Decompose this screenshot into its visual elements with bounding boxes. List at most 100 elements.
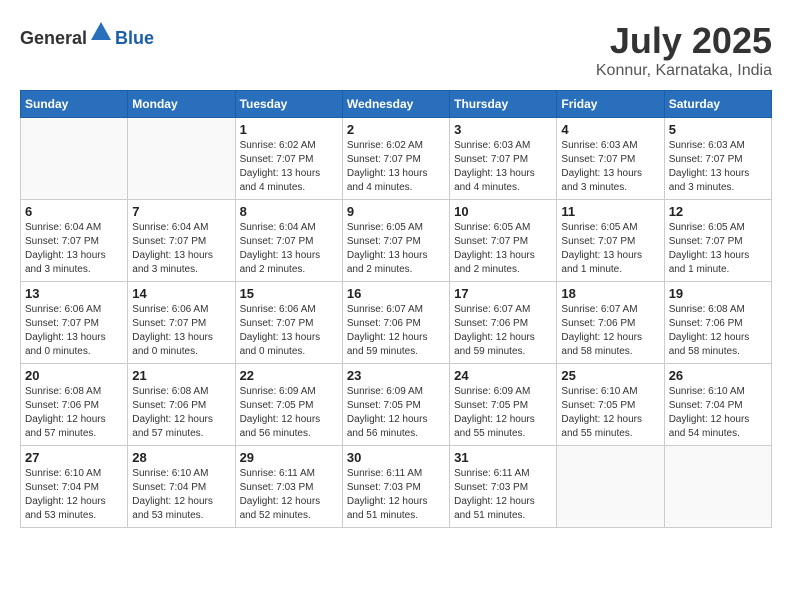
logo: GeneralBlue: [20, 20, 154, 49]
day-number: 12: [669, 204, 767, 219]
calendar-cell: 17Sunrise: 6:07 AM Sunset: 7:06 PM Dayli…: [450, 282, 557, 364]
day-info: Sunrise: 6:09 AM Sunset: 7:05 PM Dayligh…: [240, 385, 338, 441]
calendar-cell: 2 Sunrise: 6:02 AM Sunset: 7:07 PM Daylig…: [342, 118, 449, 200]
day-number: 20: [25, 368, 123, 383]
calendar-cell: 27 Sunrise: 6:10 AM Sunset: 7:04 PM Dayli…: [21, 446, 128, 528]
day-number: 23: [347, 368, 445, 383]
day-info: Sunrise: 6:07 AM Sunset: 7:06 PM Dayligh…: [561, 303, 659, 359]
day-info: Sunrise: 6:07 AM Sunset: 7:06 PM Dayligh…: [347, 303, 445, 359]
day-info: Sunrise: 6:11 AM Sunset: 7:03 PM Dayligh…: [240, 467, 338, 523]
day-info: Sunrise: 6:11 AM Sunset: 7:03 PM Dayligh…: [454, 467, 552, 523]
week-row-2: 13Sunrise: 6:06 AM Sunset: 7:07 PM Dayli…: [21, 282, 772, 364]
day-number: 7: [132, 204, 230, 219]
logo-general-text: General: [20, 28, 87, 48]
week-row-3: 20 Sunrise: 6:08 AM Sunset: 7:06 PM Dayli…: [21, 364, 772, 446]
day-number: 3: [454, 122, 552, 137]
day-info: Sunrise: 6:05 AM Sunset: 7:07 PM Dayligh…: [669, 221, 767, 277]
day-info: Sunrise: 6:09 AM Sunset: 7:05 PM Dayligh…: [347, 385, 445, 441]
day-info: Sunrise: 6:04 AM Sunset: 7:07 PM Dayligh…: [132, 221, 230, 277]
calendar-cell: [664, 446, 771, 528]
calendar-cell: 11 Sunrise: 6:05 AM Sunset: 7:07 PM Dayli…: [557, 200, 664, 282]
day-info: Sunrise: 6:11 AM Sunset: 7:03 PM Dayligh…: [347, 467, 445, 523]
day-number: 15: [240, 286, 338, 301]
calendar-cell: 4 Sunrise: 6:03 AM Sunset: 7:07 PM Daylig…: [557, 118, 664, 200]
calendar-cell: 6Sunrise: 6:04 AM Sunset: 7:07 PM Daylig…: [21, 200, 128, 282]
day-number: 22: [240, 368, 338, 383]
day-info: Sunrise: 6:07 AM Sunset: 7:06 PM Dayligh…: [454, 303, 552, 359]
day-number: 14: [132, 286, 230, 301]
day-number: 27: [25, 450, 123, 465]
day-info: Sunrise: 6:06 AM Sunset: 7:07 PM Dayligh…: [240, 303, 338, 359]
calendar-cell: [128, 118, 235, 200]
header-friday: Friday: [557, 91, 664, 118]
day-info: Sunrise: 6:08 AM Sunset: 7:06 PM Dayligh…: [669, 303, 767, 359]
day-number: 28: [132, 450, 230, 465]
calendar-cell: 28 Sunrise: 6:10 AM Sunset: 7:04 PM Dayli…: [128, 446, 235, 528]
calendar-cell: 22 Sunrise: 6:09 AM Sunset: 7:05 PM Dayli…: [235, 364, 342, 446]
calendar-cell: 30 Sunrise: 6:11 AM Sunset: 7:03 PM Dayli…: [342, 446, 449, 528]
calendar-cell: 1 Sunrise: 6:02 AM Sunset: 7:07 PM Daylig…: [235, 118, 342, 200]
day-info: Sunrise: 6:10 AM Sunset: 7:04 PM Dayligh…: [25, 467, 123, 523]
day-number: 11: [561, 204, 659, 219]
header-wednesday: Wednesday: [342, 91, 449, 118]
calendar-cell: 23 Sunrise: 6:09 AM Sunset: 7:05 PM Dayli…: [342, 364, 449, 446]
day-number: 19: [669, 286, 767, 301]
day-number: 18: [561, 286, 659, 301]
day-info: Sunrise: 6:02 AM Sunset: 7:07 PM Dayligh…: [240, 139, 338, 195]
day-number: 26: [669, 368, 767, 383]
day-info: Sunrise: 6:04 AM Sunset: 7:07 PM Dayligh…: [240, 221, 338, 277]
day-info: Sunrise: 6:06 AM Sunset: 7:07 PM Dayligh…: [25, 303, 123, 359]
day-info: Sunrise: 6:04 AM Sunset: 7:07 PM Dayligh…: [25, 221, 123, 277]
day-info: Sunrise: 6:03 AM Sunset: 7:07 PM Dayligh…: [669, 139, 767, 195]
day-number: 25: [561, 368, 659, 383]
day-info: Sunrise: 6:02 AM Sunset: 7:07 PM Dayligh…: [347, 139, 445, 195]
page-header: GeneralBlue July 2025 Konnur, Karnataka,…: [20, 20, 772, 80]
calendar-cell: 16Sunrise: 6:07 AM Sunset: 7:06 PM Dayli…: [342, 282, 449, 364]
calendar-cell: [557, 446, 664, 528]
calendar-cell: 25Sunrise: 6:10 AM Sunset: 7:05 PM Dayli…: [557, 364, 664, 446]
calendar-cell: 26 Sunrise: 6:10 AM Sunset: 7:04 PM Dayli…: [664, 364, 771, 446]
day-info: Sunrise: 6:05 AM Sunset: 7:07 PM Dayligh…: [561, 221, 659, 277]
header-monday: Monday: [128, 91, 235, 118]
calendar-cell: 5 Sunrise: 6:03 AM Sunset: 7:07 PM Daylig…: [664, 118, 771, 200]
calendar-cell: [21, 118, 128, 200]
title-block: July 2025 Konnur, Karnataka, India: [596, 20, 772, 80]
header-thursday: Thursday: [450, 91, 557, 118]
day-info: Sunrise: 6:03 AM Sunset: 7:07 PM Dayligh…: [454, 139, 552, 195]
calendar-cell: 18 Sunrise: 6:07 AM Sunset: 7:06 PM Dayli…: [557, 282, 664, 364]
day-number: 30: [347, 450, 445, 465]
week-row-0: 1 Sunrise: 6:02 AM Sunset: 7:07 PM Daylig…: [21, 118, 772, 200]
calendar-cell: 7 Sunrise: 6:04 AM Sunset: 7:07 PM Daylig…: [128, 200, 235, 282]
day-number: 4: [561, 122, 659, 137]
day-number: 10: [454, 204, 552, 219]
week-row-4: 27 Sunrise: 6:10 AM Sunset: 7:04 PM Dayli…: [21, 446, 772, 528]
calendar-cell: 14 Sunrise: 6:06 AM Sunset: 7:07 PM Dayli…: [128, 282, 235, 364]
header-row: SundayMondayTuesdayWednesdayThursdayFrid…: [21, 91, 772, 118]
calendar-cell: 29 Sunrise: 6:11 AM Sunset: 7:03 PM Dayli…: [235, 446, 342, 528]
day-number: 29: [240, 450, 338, 465]
day-number: 1: [240, 122, 338, 137]
header-tuesday: Tuesday: [235, 91, 342, 118]
day-info: Sunrise: 6:10 AM Sunset: 7:04 PM Dayligh…: [132, 467, 230, 523]
calendar-cell: 19 Sunrise: 6:08 AM Sunset: 7:06 PM Dayli…: [664, 282, 771, 364]
day-number: 2: [347, 122, 445, 137]
day-number: 8: [240, 204, 338, 219]
calendar-cell: 12 Sunrise: 6:05 AM Sunset: 7:07 PM Dayli…: [664, 200, 771, 282]
day-info: Sunrise: 6:09 AM Sunset: 7:05 PM Dayligh…: [454, 385, 552, 441]
calendar-cell: 24 Sunrise: 6:09 AM Sunset: 7:05 PM Dayli…: [450, 364, 557, 446]
day-info: Sunrise: 6:05 AM Sunset: 7:07 PM Dayligh…: [454, 221, 552, 277]
calendar-cell: 3 Sunrise: 6:03 AM Sunset: 7:07 PM Daylig…: [450, 118, 557, 200]
calendar-cell: 8 Sunrise: 6:04 AM Sunset: 7:07 PM Daylig…: [235, 200, 342, 282]
day-number: 31: [454, 450, 552, 465]
calendar-cell: 31 Sunrise: 6:11 AM Sunset: 7:03 PM Dayli…: [450, 446, 557, 528]
day-info: Sunrise: 6:06 AM Sunset: 7:07 PM Dayligh…: [132, 303, 230, 359]
day-info: Sunrise: 6:10 AM Sunset: 7:04 PM Dayligh…: [669, 385, 767, 441]
day-info: Sunrise: 6:08 AM Sunset: 7:06 PM Dayligh…: [25, 385, 123, 441]
day-number: 24: [454, 368, 552, 383]
header-saturday: Saturday: [664, 91, 771, 118]
day-number: 5: [669, 122, 767, 137]
day-info: Sunrise: 6:05 AM Sunset: 7:07 PM Dayligh…: [347, 221, 445, 277]
day-info: Sunrise: 6:08 AM Sunset: 7:06 PM Dayligh…: [132, 385, 230, 441]
day-info: Sunrise: 6:03 AM Sunset: 7:07 PM Dayligh…: [561, 139, 659, 195]
calendar-table: SundayMondayTuesdayWednesdayThursdayFrid…: [20, 90, 772, 528]
